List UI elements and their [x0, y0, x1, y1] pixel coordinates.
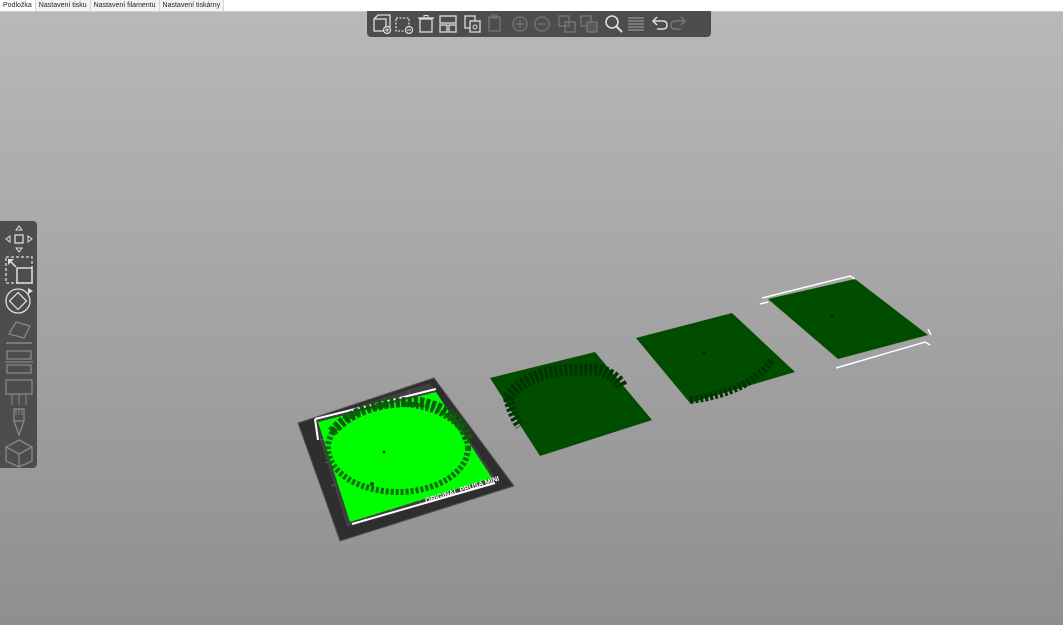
paste-icon[interactable]	[484, 13, 506, 35]
redo-icon[interactable]	[669, 13, 691, 35]
place-on-face-icon[interactable]	[2, 316, 36, 347]
undo-icon[interactable]	[647, 13, 669, 35]
delete-all-icon[interactable]	[415, 13, 437, 35]
paint-supports-icon[interactable]	[2, 377, 36, 408]
top-toolbar	[367, 11, 711, 37]
seam-paint-icon[interactable]	[2, 407, 36, 438]
gizmo-sidebar	[0, 221, 37, 468]
add-icon[interactable]	[371, 13, 393, 35]
search-icon[interactable]	[603, 13, 625, 35]
delete-icon[interactable]	[393, 13, 415, 35]
view-cube-icon[interactable]	[2, 438, 36, 469]
3d-scene[interactable]: ORIGINAL PRUSA MINI	[0, 0, 1063, 625]
print-bed: ORIGINAL PRUSA MINI	[297, 377, 515, 542]
object-instance-1[interactable]	[490, 352, 652, 456]
rotate-icon[interactable]	[2, 285, 36, 316]
arrange-icon[interactable]	[437, 13, 459, 35]
scale-icon[interactable]	[2, 255, 36, 286]
copy-icon[interactable]	[462, 13, 484, 35]
split-parts-icon[interactable]	[578, 13, 600, 35]
split-objects-icon[interactable]	[556, 13, 578, 35]
object-instance-2[interactable]	[636, 313, 795, 404]
object-instance-3[interactable]	[759, 275, 932, 369]
add-instance-icon[interactable]	[509, 13, 531, 35]
layers-icon[interactable]	[625, 13, 647, 35]
cut-icon[interactable]	[2, 346, 36, 377]
move-icon[interactable]	[2, 224, 36, 255]
remove-instance-icon[interactable]	[531, 13, 553, 35]
